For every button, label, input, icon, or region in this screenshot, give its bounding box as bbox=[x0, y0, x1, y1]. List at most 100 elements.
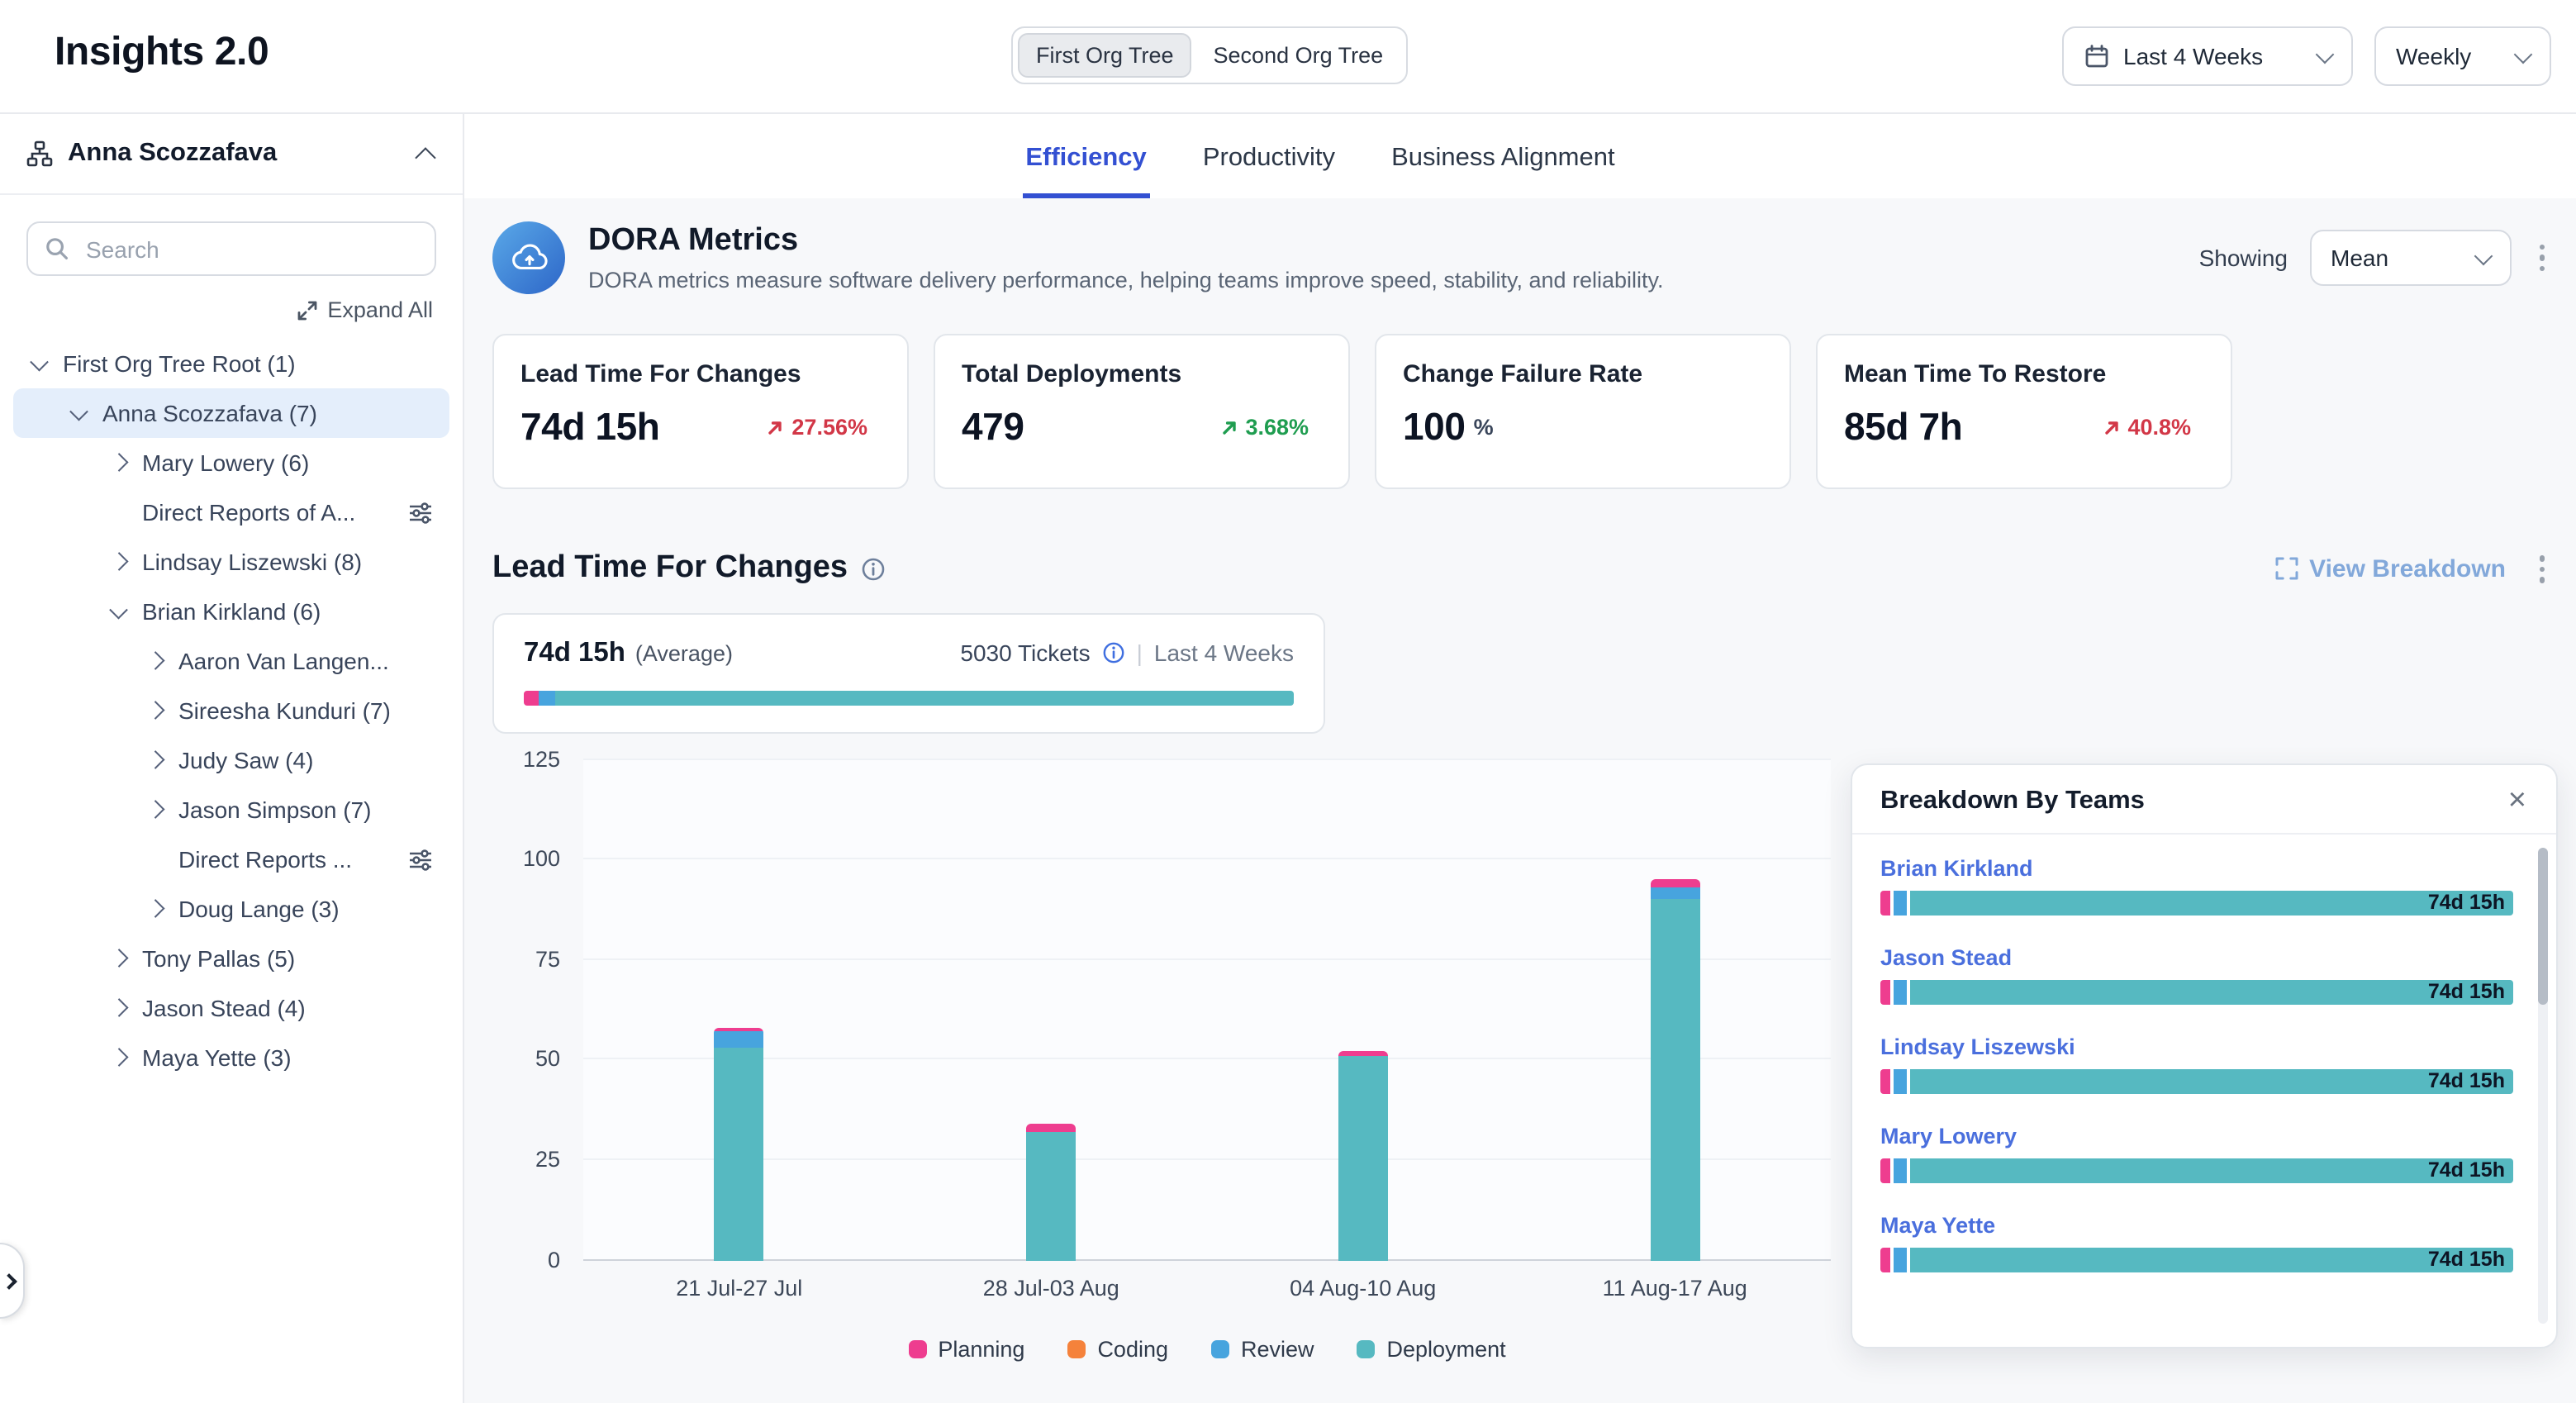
header-controls: Last 4 Weeks Weekly bbox=[2062, 26, 2551, 86]
team-name-link[interactable]: Brian Kirkland bbox=[1880, 856, 2513, 881]
chevron-right-icon[interactable] bbox=[142, 697, 170, 724]
team-row: Maya Yette74d 15h bbox=[1852, 1195, 2556, 1284]
scrollbar-thumb[interactable] bbox=[2538, 848, 2548, 1005]
chevron-right-icon[interactable] bbox=[106, 1044, 134, 1071]
chevron-right-icon[interactable] bbox=[142, 896, 170, 922]
kebab-menu-icon[interactable] bbox=[2532, 549, 2551, 589]
chart-bar-column bbox=[1207, 759, 1519, 1260]
team-bar-segment-planning bbox=[1880, 980, 1890, 1005]
tree-item[interactable]: Doug Lange (3) bbox=[13, 884, 449, 934]
org-tree-toggle-option[interactable]: Second Org Tree bbox=[1195, 33, 1402, 78]
top-header: Insights 2.0 First Org TreeSecond Org Tr… bbox=[0, 0, 2576, 114]
sidebar-header[interactable]: Anna Scozzafava bbox=[0, 114, 463, 195]
close-icon[interactable]: × bbox=[2502, 790, 2533, 813]
view-breakdown-button[interactable]: View Breakdown bbox=[2274, 555, 2506, 583]
chevron-down-icon bbox=[2317, 49, 2331, 64]
team-row: Lindsay Liszewski 74d 15h bbox=[1852, 1016, 2556, 1106]
chevron-down-icon[interactable] bbox=[26, 350, 55, 377]
filter-icon[interactable] bbox=[408, 849, 433, 870]
tab-productivity[interactable]: Productivity bbox=[1200, 140, 1338, 198]
tree-item[interactable]: Direct Reports ... bbox=[13, 835, 449, 884]
tree-item-label: Anna Scozzafava (7) bbox=[102, 400, 317, 426]
chevron-right-icon[interactable] bbox=[106, 449, 134, 476]
org-tree-toggle-option[interactable]: First Org Tree bbox=[1018, 33, 1192, 78]
chevron-right-icon[interactable] bbox=[142, 797, 170, 823]
chart-bar[interactable] bbox=[715, 1028, 764, 1260]
tree-item[interactable]: Brian Kirkland (6) bbox=[13, 587, 449, 636]
insights-app: Insights 2.0 First Org TreeSecond Org Tr… bbox=[0, 0, 2576, 1403]
tab-efficiency[interactable]: Efficiency bbox=[1022, 140, 1149, 198]
team-bar-segment-review bbox=[1894, 980, 1907, 1005]
chevron-right-icon[interactable] bbox=[106, 945, 134, 972]
tree-item[interactable]: Direct Reports of A... bbox=[13, 487, 449, 537]
tree-item[interactable]: Anna Scozzafava (7) bbox=[13, 388, 449, 438]
chevron-right-icon[interactable] bbox=[106, 995, 134, 1021]
breakdown-by-teams-panel: Breakdown By Teams × Brian Kirkland74d 1… bbox=[1851, 763, 2558, 1348]
metric-card-value: 85d 7h bbox=[1844, 405, 1962, 449]
trend-up-icon bbox=[765, 417, 785, 437]
chevron-right-icon bbox=[1, 1272, 17, 1289]
metric-card-delta: 40.8% bbox=[2101, 415, 2191, 440]
y-axis-label: 75 bbox=[535, 946, 560, 973]
filter-icon[interactable] bbox=[408, 502, 433, 523]
bar-segment-review bbox=[1650, 887, 1699, 900]
tree-item[interactable]: Maya Yette (3) bbox=[13, 1033, 449, 1082]
search-input[interactable] bbox=[83, 234, 418, 264]
tree-item[interactable]: First Org Tree Root (1) bbox=[13, 339, 449, 388]
chart-legend: PlanningCodingReviewDeployment bbox=[583, 1336, 1831, 1361]
dora-titles: DORA Metrics DORA metrics measure softwa… bbox=[588, 223, 1664, 292]
tree-item[interactable]: Sireesha Kunduri (7) bbox=[13, 686, 449, 735]
team-name-link[interactable]: Mary Lowery bbox=[1880, 1124, 2513, 1149]
team-row: Mary Lowery 74d 15h bbox=[1852, 1106, 2556, 1195]
chevron-right-icon[interactable] bbox=[106, 549, 134, 575]
team-name-link[interactable]: Lindsay Liszewski bbox=[1880, 1034, 2513, 1059]
legend-swatch bbox=[1357, 1339, 1376, 1358]
bar-segment-deployment bbox=[1650, 900, 1699, 1260]
metric-card-title: Change Failure Rate bbox=[1403, 360, 1763, 388]
tree-item-label: Lindsay Liszewski (8) bbox=[142, 549, 362, 575]
legend-label: Coding bbox=[1097, 1336, 1168, 1361]
chevron-right-icon[interactable] bbox=[142, 648, 170, 674]
chart-bar[interactable] bbox=[1338, 1052, 1388, 1260]
team-bar-segment-deployment bbox=[1910, 980, 2513, 1005]
team-bar-value: 74d 15h bbox=[2428, 1158, 2505, 1183]
showing-select[interactable]: Mean bbox=[2309, 230, 2511, 286]
date-range-select[interactable]: Last 4 Weeks bbox=[2062, 26, 2353, 86]
metric-card-title: Lead Time For Changes bbox=[520, 360, 881, 388]
chevron-right-icon[interactable] bbox=[142, 747, 170, 773]
tab-business-alignment[interactable]: Business Alignment bbox=[1388, 140, 1618, 198]
tree-item[interactable]: Aaron Van Langen... bbox=[13, 636, 449, 686]
tree-item-label: Judy Saw (4) bbox=[178, 747, 313, 773]
summary-meta: 5030 Tickets | Last 4 Weeks bbox=[960, 640, 1294, 666]
sidebar-user-name: Anna Scozzafava bbox=[68, 139, 277, 169]
tree-item[interactable]: Jason Simpson (7) bbox=[13, 785, 449, 835]
expand-all-button[interactable]: Expand All bbox=[0, 297, 433, 322]
team-name-link[interactable]: Jason Stead bbox=[1880, 945, 2513, 970]
team-name-link[interactable]: Maya Yette bbox=[1880, 1213, 2513, 1238]
chart-bar[interactable] bbox=[1026, 1124, 1076, 1260]
tree-item[interactable]: Lindsay Liszewski (8) bbox=[13, 537, 449, 587]
chart-bar[interactable] bbox=[1650, 879, 1699, 1260]
panel-scrollbar[interactable] bbox=[2538, 848, 2548, 1324]
chevron-down-icon[interactable] bbox=[66, 400, 94, 426]
info-icon[interactable] bbox=[861, 557, 886, 582]
tree-item[interactable]: Tony Pallas (5) bbox=[13, 934, 449, 983]
chevron-down-icon[interactable] bbox=[106, 598, 134, 625]
kebab-menu-icon[interactable] bbox=[2532, 238, 2551, 278]
info-icon[interactable] bbox=[1102, 641, 1125, 664]
tree-item[interactable]: Judy Saw (4) bbox=[13, 735, 449, 785]
calendar-icon bbox=[2084, 43, 2110, 69]
team-bar-value: 74d 15h bbox=[2428, 1069, 2505, 1094]
chevron-up-icon[interactable] bbox=[416, 144, 436, 164]
tree-item[interactable]: Mary Lowery (6) bbox=[13, 438, 449, 487]
lead-time-chart: 0255075100125 bbox=[492, 759, 1831, 1260]
legend-label: Planning bbox=[938, 1336, 1024, 1361]
granularity-select[interactable]: Weekly bbox=[2374, 26, 2551, 86]
search-icon bbox=[45, 236, 69, 261]
legend-swatch bbox=[908, 1339, 926, 1358]
chart-bar-column bbox=[896, 759, 1208, 1260]
tree-item[interactable]: Jason Stead (4) bbox=[13, 983, 449, 1033]
tree-item-label: First Org Tree Root (1) bbox=[63, 350, 296, 377]
metric-card-value: 479 bbox=[962, 405, 1024, 449]
y-axis-label: 50 bbox=[535, 1047, 560, 1073]
